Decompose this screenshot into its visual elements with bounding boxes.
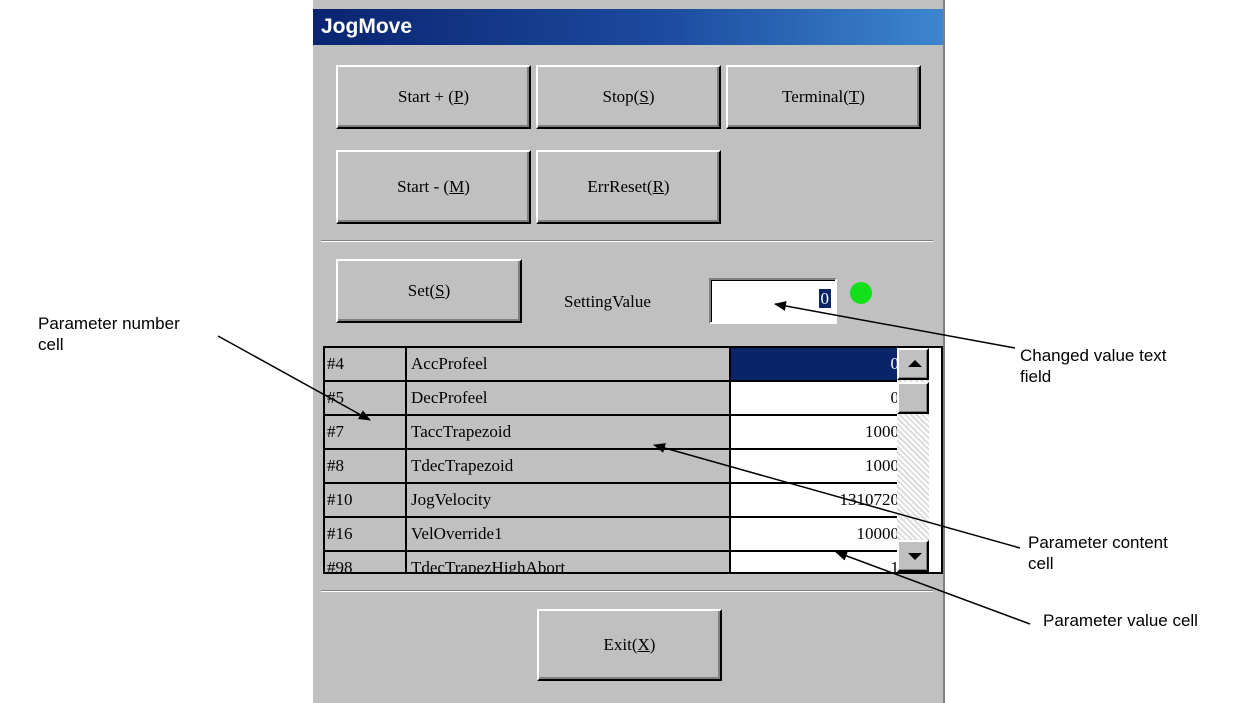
arrow-changed-value	[774, 301, 1016, 349]
arrow-parameter-content	[653, 443, 1021, 549]
arrow-parameter-value	[835, 551, 1031, 625]
arrow-parameter-number	[217, 335, 371, 421]
annotation-arrows	[217, 301, 1031, 625]
